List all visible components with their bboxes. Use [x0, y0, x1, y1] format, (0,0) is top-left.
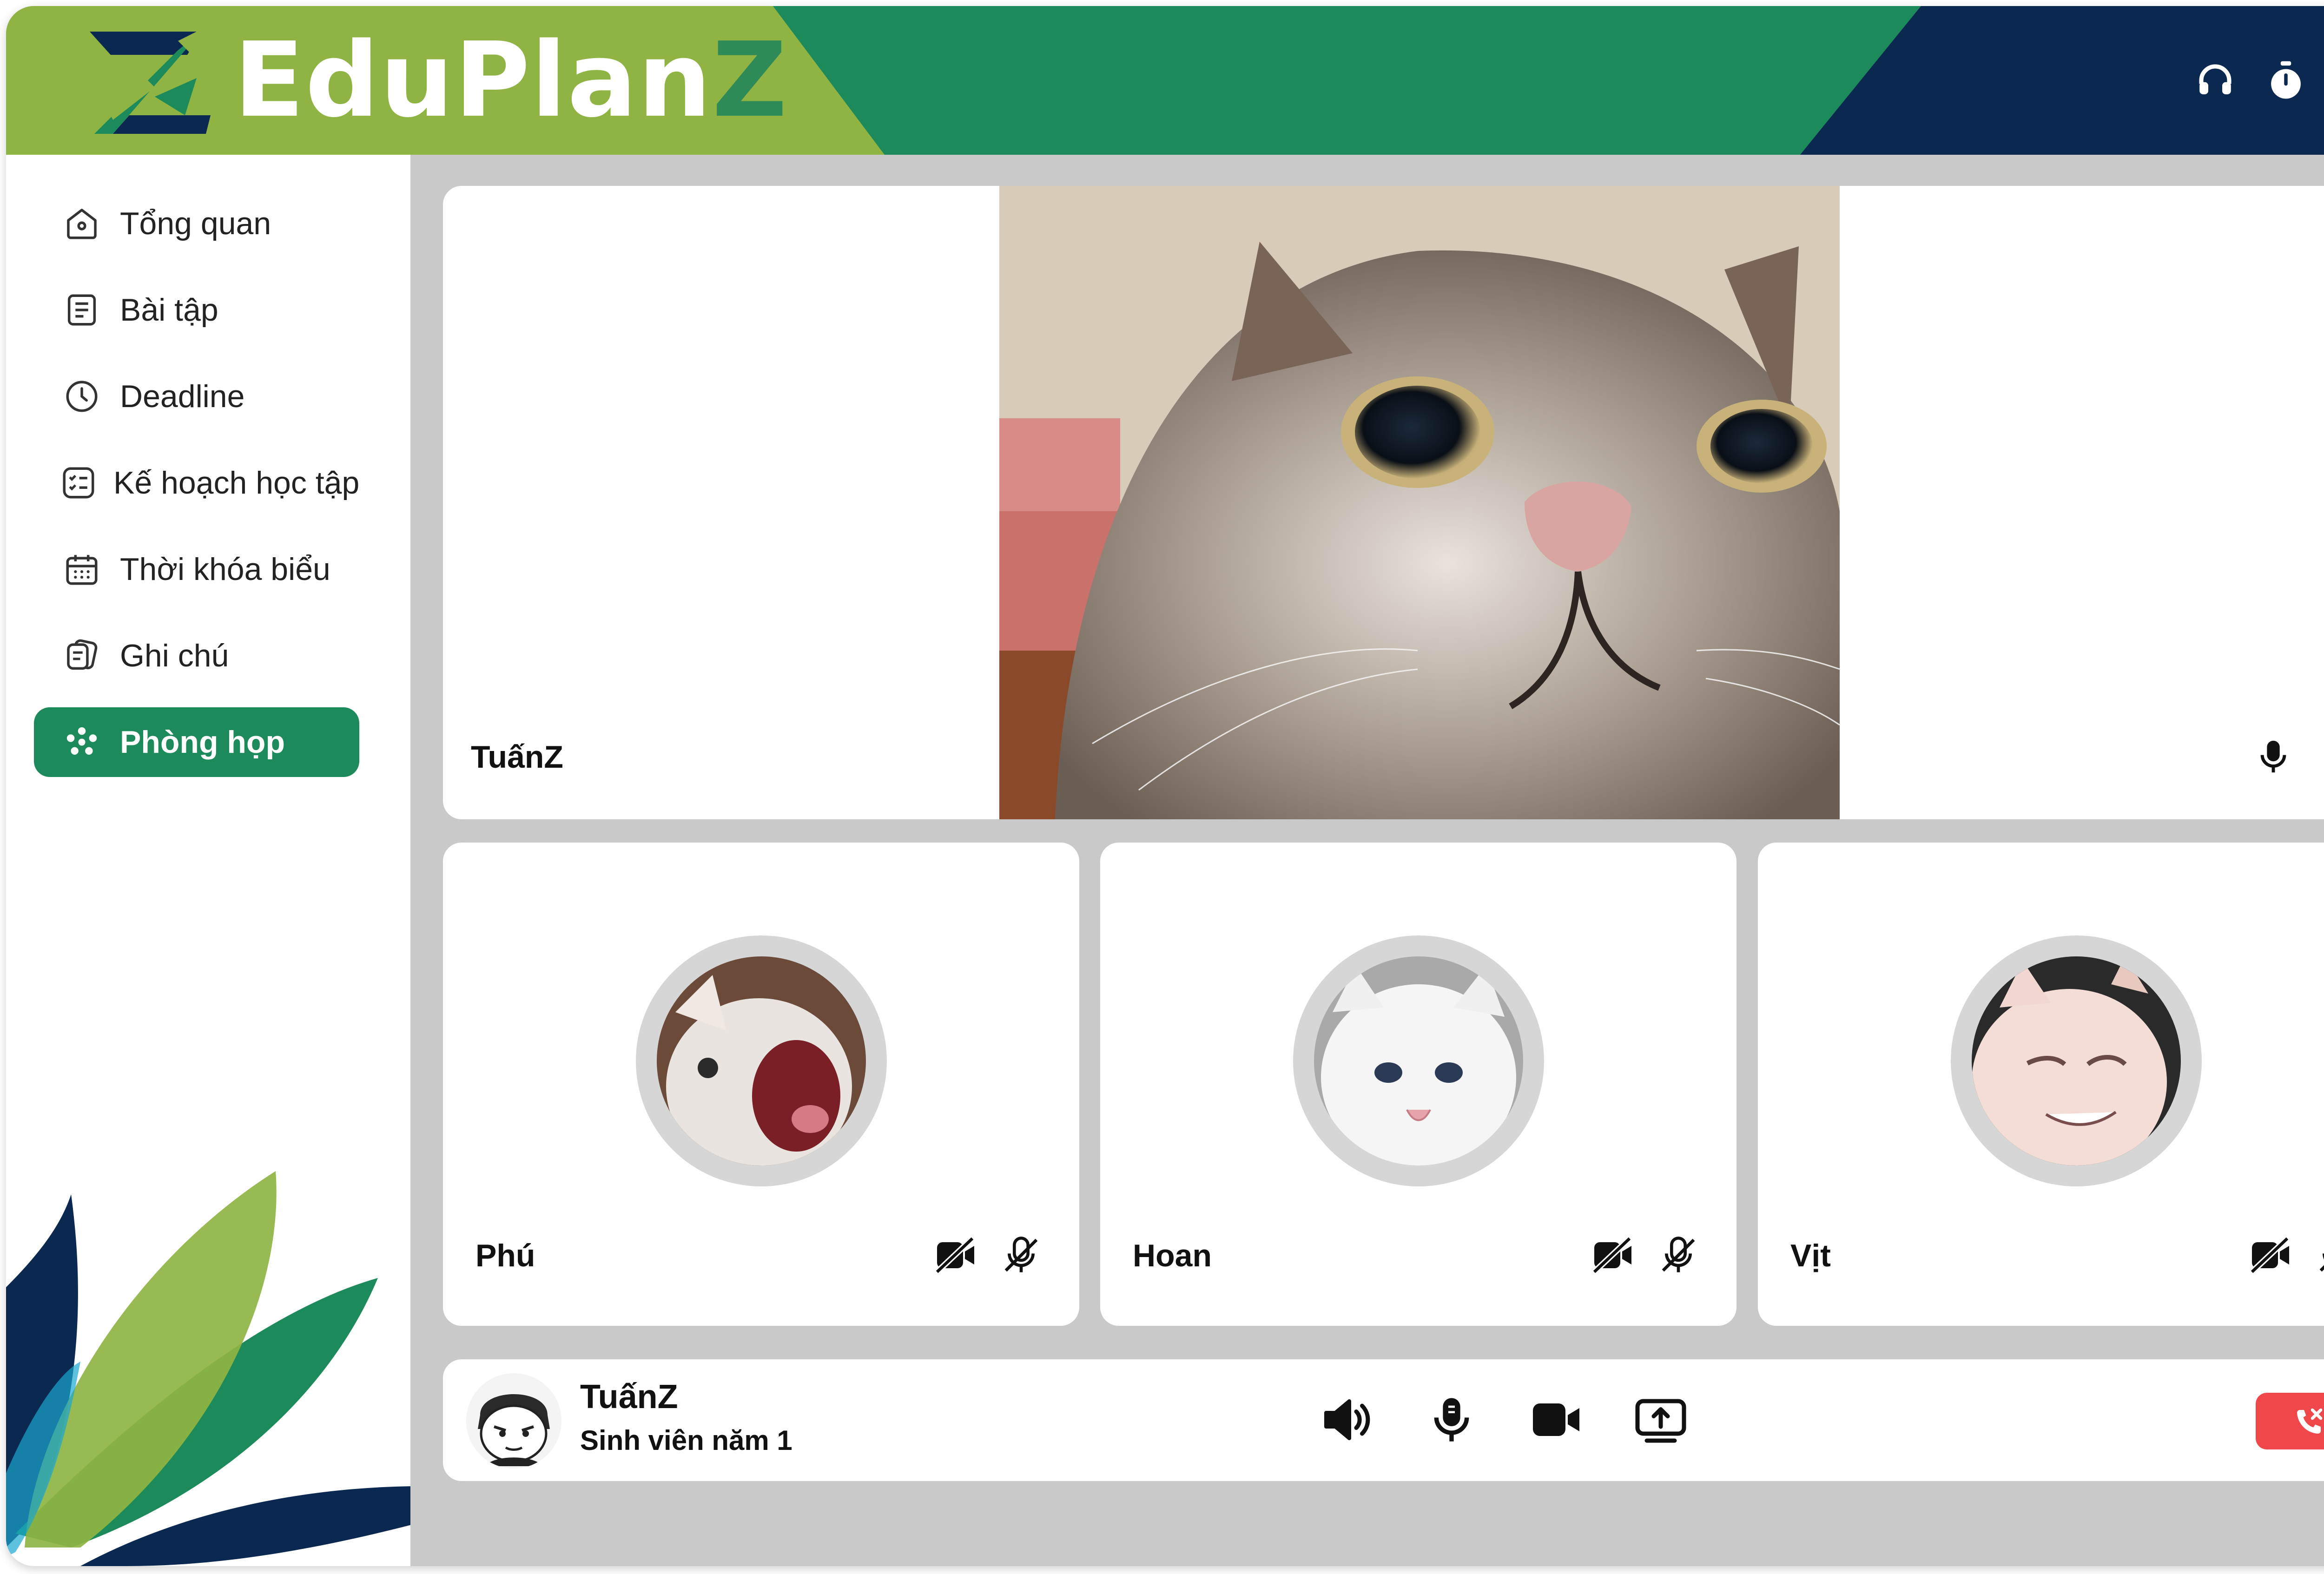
- sidebar-item-study-plan[interactable]: Kế hoạch học tập: [34, 448, 359, 518]
- participant-name: Phú: [475, 1238, 535, 1273]
- avatar[interactable]: [466, 1373, 561, 1469]
- main-speaker-status: [2251, 734, 2324, 779]
- call-control-bar: TuấnZ Sinh viên năm 1: [443, 1359, 2324, 1481]
- checklist-icon: [59, 461, 98, 505]
- phone-hangup-icon: [2297, 1408, 2323, 1434]
- sidebar-item-timetable[interactable]: Thời khóa biểu: [34, 534, 359, 604]
- microphone-off-icon: [2314, 1233, 2324, 1278]
- notes-icon: [59, 633, 104, 678]
- main-video-tile[interactable]: TuấnZ: [443, 186, 2324, 819]
- sidebar-item-notes[interactable]: Ghi chú: [34, 621, 359, 691]
- participant-status: [1591, 1233, 1701, 1278]
- app-window: EduPlanZ Tổng quan Bài tập Deadline Kế h…: [6, 6, 2324, 1566]
- camera-off-icon: [2248, 1233, 2293, 1278]
- header-actions: [2190, 55, 2324, 106]
- calendar-icon: [59, 547, 104, 592]
- camera-off-icon: [933, 1233, 978, 1278]
- document-icon: [59, 288, 104, 332]
- microphone-icon[interactable]: [2251, 734, 2296, 779]
- sidebar-item-label: Kế hoạch học tập: [113, 465, 360, 501]
- participant-tile[interactable]: Phú: [443, 843, 1079, 1326]
- brand-name: EduPlan: [234, 20, 713, 140]
- sidebar-item-meeting-room[interactable]: Phòng họp: [34, 707, 359, 777]
- logo-icon: [90, 22, 215, 134]
- sidebar-item-label: Thời khóa biểu: [120, 552, 330, 587]
- participant-tile[interactable]: Hoan: [1100, 843, 1736, 1326]
- clock-icon: [59, 374, 104, 419]
- participant-tile[interactable]: Vịt: [1758, 843, 2324, 1326]
- avatar-image: [657, 956, 866, 1166]
- meeting-icon: [59, 720, 104, 764]
- share-screen-icon[interactable]: [1631, 1390, 1691, 1450]
- sidebar-item-label: Bài tập: [120, 292, 218, 328]
- microphone-icon[interactable]: [1421, 1390, 1482, 1450]
- header: EduPlanZ: [6, 6, 2324, 155]
- brand-title: EduPlanZ: [234, 25, 788, 136]
- avatar: [636, 935, 887, 1186]
- camera-icon[interactable]: [1526, 1390, 1586, 1450]
- avatar-image: [1314, 956, 1523, 1166]
- participant-name: TuấnZ: [471, 739, 563, 775]
- sidebar-item-label: Deadline: [120, 379, 245, 414]
- sidebar-item-overview[interactable]: Tổng quan: [34, 189, 359, 258]
- participant-status: [2248, 1233, 2324, 1278]
- home-icon: [59, 201, 104, 246]
- user-role: Sinh viên năm 1: [580, 1425, 792, 1456]
- avatar: [1951, 935, 2202, 1186]
- end-call-button[interactable]: [2256, 1393, 2324, 1449]
- participant-name: Hoan: [1133, 1238, 1212, 1273]
- microphone-off-icon: [999, 1233, 1043, 1278]
- participant-status: [933, 1233, 1043, 1278]
- headphones-icon[interactable]: [2190, 55, 2241, 106]
- call-controls: [1317, 1390, 1691, 1450]
- brand-suffix: Z: [712, 20, 788, 140]
- avatar-image: [466, 1373, 561, 1469]
- timer-icon[interactable]: [2260, 55, 2311, 106]
- sidebar: Tổng quan Bài tập Deadline Kế hoạch học …: [6, 155, 410, 1566]
- sidebar-item-assignments[interactable]: Bài tập: [34, 275, 359, 345]
- video-feed: [999, 186, 1840, 819]
- sidebar-item-label: Ghi chú: [120, 638, 229, 673]
- speaker-icon[interactable]: [1317, 1390, 1377, 1450]
- avatar: [1293, 935, 1544, 1186]
- sidebar-item-deadline[interactable]: Deadline: [34, 362, 359, 431]
- user-name: TuấnZ: [580, 1378, 678, 1416]
- avatar-image: [1972, 956, 2181, 1166]
- camera-off-icon: [1591, 1233, 1635, 1278]
- sidebar-item-label: Tổng quan: [120, 206, 271, 241]
- decorative-leaves: [6, 1171, 410, 1566]
- participant-name: Vịt: [1790, 1238, 1831, 1273]
- sidebar-item-label: Phòng họp: [120, 724, 285, 760]
- microphone-off-icon: [1656, 1233, 1701, 1278]
